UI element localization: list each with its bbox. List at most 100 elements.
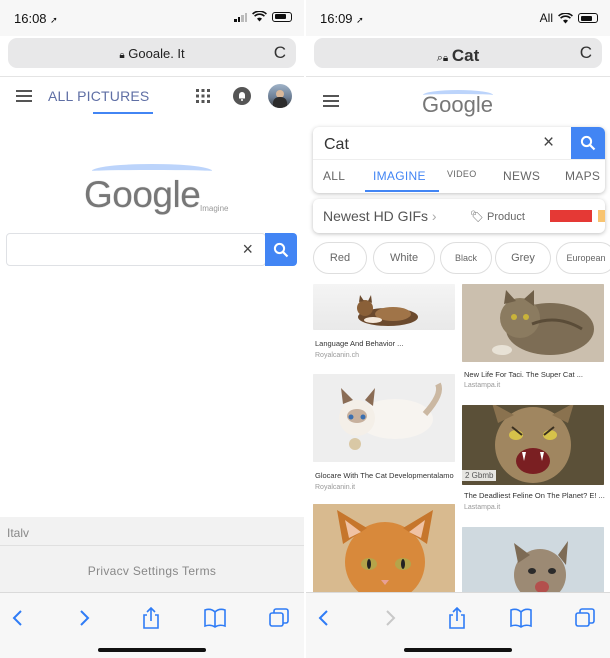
address-text: Cat: [451, 46, 480, 65]
image-result[interactable]: Glocare With The Cat Developmentalamo Ro…: [313, 374, 455, 494]
notifications-icon[interactable]: [233, 87, 251, 105]
result-caption: Language And Behavior ...: [315, 339, 404, 348]
image-result[interactable]: [462, 527, 604, 597]
chip-label: White: [389, 252, 419, 264]
book-icon: [204, 608, 226, 628]
image-result[interactable]: Language And Behavior ... Royalcanin.ch: [313, 284, 455, 364]
image-result[interactable]: 2 Gbmb The Deadliest Feline On The Plane…: [462, 405, 605, 515]
lock-icon: 🔒︎: [119, 50, 125, 61]
google-logo: Google: [422, 90, 493, 117]
clear-icon[interactable]: ×: [242, 239, 253, 260]
search-icon: [273, 242, 289, 257]
address-text: Gooale. It: [128, 46, 185, 61]
battery-icon: [578, 13, 598, 23]
search-box[interactable]: ×: [6, 233, 266, 266]
footer-country: Italv: [7, 526, 30, 540]
search-card: × ALL IMAGINE VIDEO NEWS MAPS: [313, 127, 605, 193]
search-input[interactable]: [324, 135, 524, 155]
chevron-left-icon: [318, 610, 328, 626]
forward-button[interactable]: [378, 605, 404, 631]
back-button[interactable]: [310, 605, 336, 631]
tab-video[interactable]: VIDEO: [447, 169, 477, 179]
book-icon: [510, 608, 532, 628]
active-tab-underline: [365, 190, 439, 192]
avatar[interactable]: [268, 84, 292, 108]
chevron-left-icon: [12, 610, 22, 626]
google-images-logo: Google Imagine: [80, 160, 230, 220]
filter-chip-red[interactable]: Red: [313, 242, 367, 274]
color-swatch-red[interactable]: [550, 210, 592, 222]
screen-google-images-results: 16:09 ➚ All ⌕🔒︎ Cat C Google × ALL IMAGIN…: [306, 0, 610, 658]
color-swatch-orange[interactable]: [598, 210, 605, 222]
address-bar[interactable]: 🔒︎ Gooale. It C: [8, 38, 296, 68]
filter-chip-black[interactable]: Black: [440, 242, 492, 274]
result-source: Lastampa.it: [464, 382, 501, 389]
suggestion-gifs[interactable]: Newest HD GIFs ›: [323, 208, 437, 224]
cat-photo: [313, 504, 455, 594]
tabs-button[interactable]: [266, 605, 292, 631]
search-input[interactable]: [15, 240, 215, 260]
address-bar[interactable]: ⌕🔒︎ Cat C: [314, 38, 602, 68]
tabs-button[interactable]: [572, 605, 598, 631]
safari-toolbar: [0, 592, 304, 658]
hamburger-menu-icon[interactable]: [323, 95, 339, 107]
chip-label: Red: [329, 252, 351, 264]
lock-icon: 🔒︎: [442, 53, 449, 64]
hamburger-menu-icon[interactable]: [16, 90, 32, 102]
tab-all[interactable]: ALL: [323, 169, 345, 183]
result-caption: The Deadliest Feline On The Planet? E! .…: [464, 491, 605, 500]
cat-photo: [462, 527, 604, 597]
bookmarks-button[interactable]: [202, 605, 228, 631]
screen-google-images-home: 16:08 ➚ 🔒︎ Gooale. It C ALL PICTURES Goo…: [0, 0, 304, 658]
status-bar: 16:09 ➚ All: [306, 0, 610, 36]
tab-all-pictures[interactable]: ALL PICTURES: [48, 88, 149, 104]
filter-chip-grey[interactable]: Grey: [495, 242, 551, 274]
chevron-right-icon: [386, 610, 396, 626]
tabs-icon: [269, 608, 289, 627]
bookmarks-button[interactable]: [508, 605, 534, 631]
chip-label: Black: [454, 253, 477, 263]
share-button[interactable]: [444, 605, 470, 631]
cat-photo: [357, 295, 418, 326]
result-source: Royalcanin.it: [315, 484, 356, 491]
safari-toolbar: [306, 592, 610, 658]
forward-button[interactable]: [72, 605, 98, 631]
image-result[interactable]: New Life For Taci. The Super Cat ... Las…: [462, 284, 604, 389]
suggestion-bar: Newest HD GIFs › 🏷︎ Product: [313, 199, 605, 233]
chip-label: European: [566, 253, 606, 263]
location-icon: ➚: [50, 15, 58, 25]
tab-underline: [93, 112, 153, 114]
logo-subtitle: Imagine: [200, 204, 229, 213]
tabs-icon: [575, 608, 595, 627]
search-button[interactable]: [265, 233, 297, 266]
apps-grid-icon[interactable]: [196, 89, 210, 103]
location-icon: ➚: [356, 15, 364, 25]
tab-maps[interactable]: MAPS: [565, 169, 600, 183]
cat-photo: [313, 374, 455, 462]
share-icon: [449, 607, 465, 629]
footer: Italv Privacv Settings Terms: [0, 517, 304, 592]
filter-chip-european[interactable]: European: [556, 242, 610, 274]
cellular-signal-icon: [234, 12, 247, 22]
search-button[interactable]: [571, 127, 605, 159]
reload-button[interactable]: C: [274, 43, 286, 63]
suggestion-product[interactable]: 🏷︎ Product: [470, 210, 525, 223]
back-button[interactable]: [4, 605, 30, 631]
image-result[interactable]: [313, 504, 455, 594]
battery-icon: [272, 11, 292, 22]
tag-icon: 🏷︎: [470, 211, 484, 223]
cat-photo: [462, 284, 604, 362]
result-source: Royalcanin.ch: [315, 352, 359, 359]
share-icon: [143, 607, 159, 629]
filter-chip-white[interactable]: White: [373, 242, 435, 274]
result-source: Lastampa.it: [464, 504, 501, 511]
footer-links[interactable]: Privacv Settings Terms: [0, 564, 304, 578]
carrier-label: All: [539, 11, 553, 25]
wifi-icon: [558, 12, 573, 23]
status-bar: 16:08 ➚: [0, 0, 304, 36]
tab-news[interactable]: NEWS: [503, 169, 540, 183]
clear-icon[interactable]: ×: [543, 132, 554, 154]
reload-button[interactable]: C: [580, 43, 592, 63]
tab-imagine[interactable]: IMAGINE: [373, 169, 426, 183]
share-button[interactable]: [138, 605, 164, 631]
